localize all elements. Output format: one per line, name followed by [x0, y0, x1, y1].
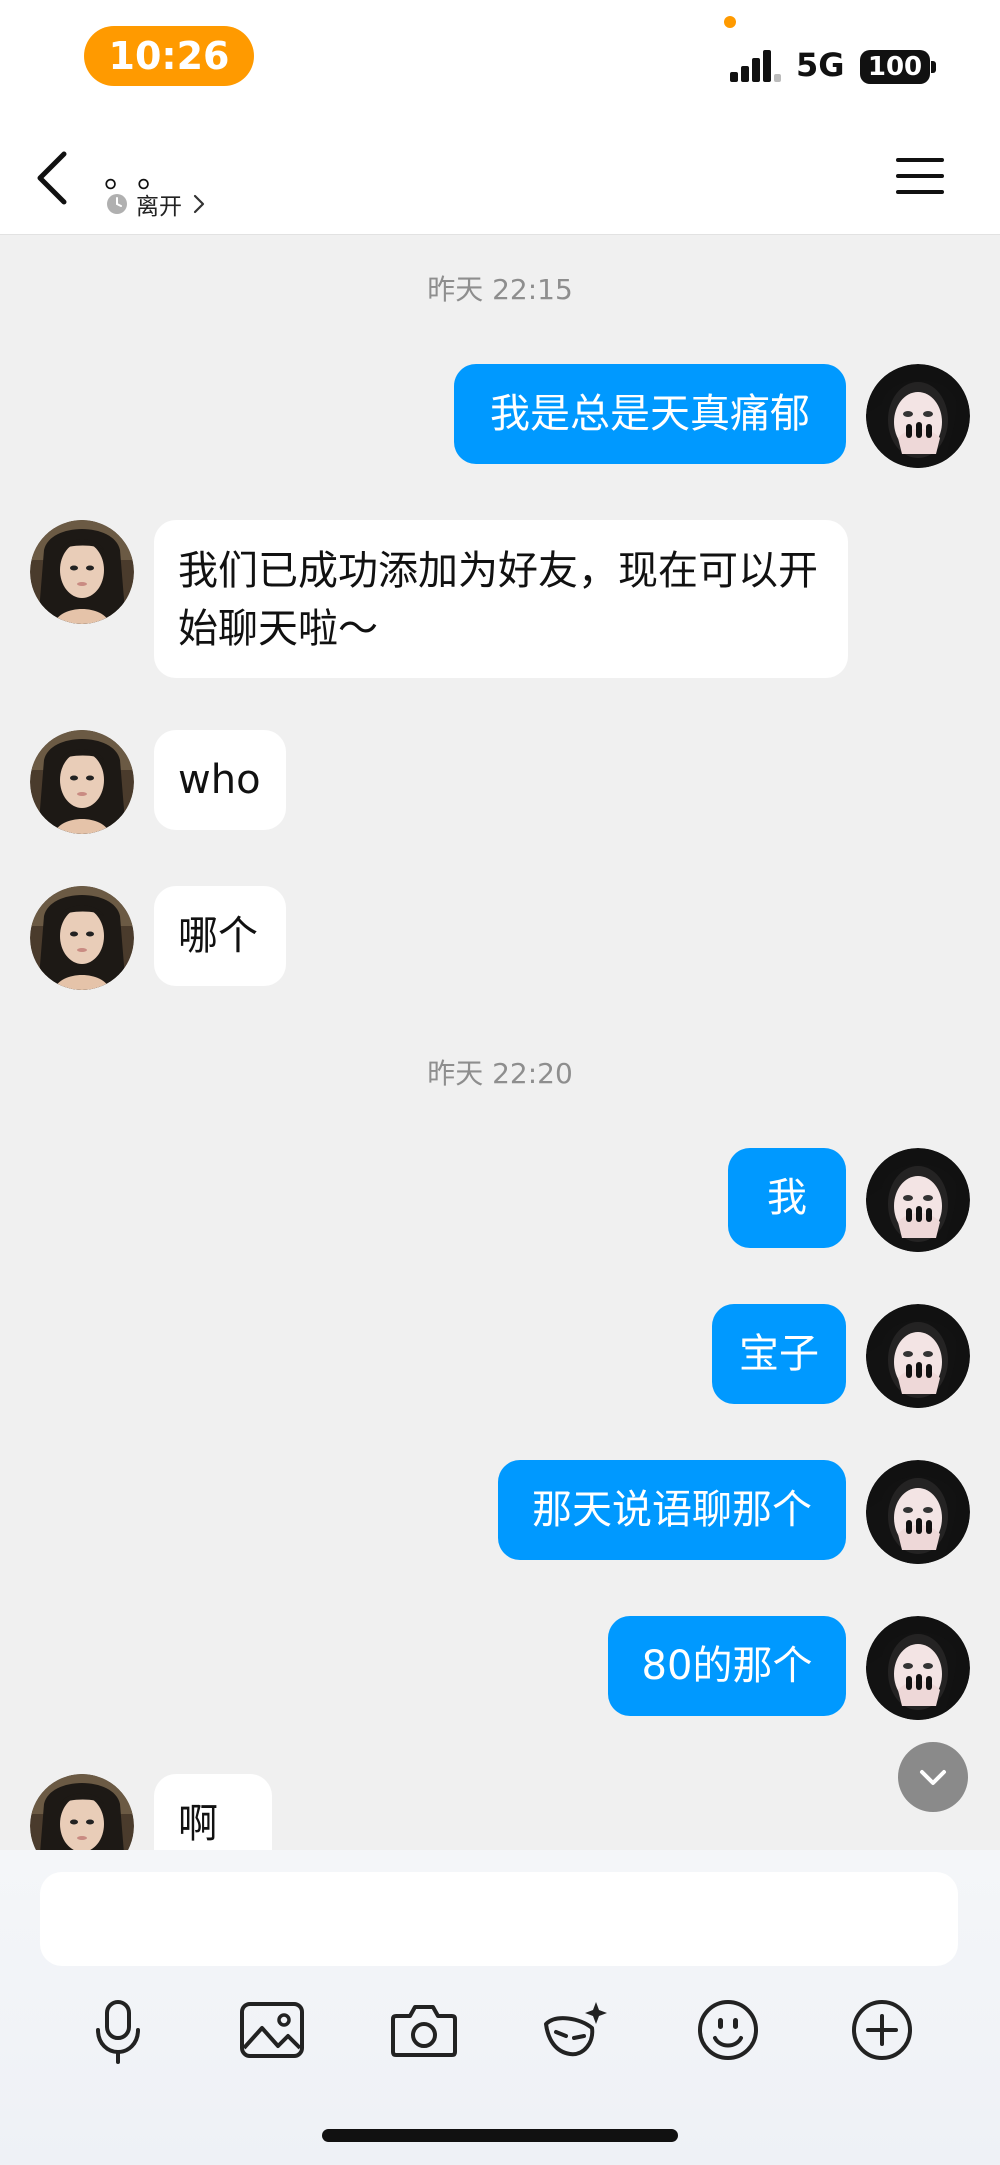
timestamp: 昨天 22:15 [427, 273, 573, 306]
emoji-button[interactable] [688, 1990, 768, 2070]
contact-avatar-image [30, 1774, 134, 1850]
image-button[interactable] [232, 1990, 312, 2070]
emoji-icon [698, 2000, 758, 2060]
ai-mask-button[interactable] [536, 1990, 616, 2070]
self-avatar[interactable] [866, 364, 970, 468]
status-bar: 10:26 5G 100 [0, 0, 1000, 118]
battery-tip [931, 61, 936, 73]
chat-header: 。。 离开 [0, 118, 1000, 235]
camera-icon [391, 2005, 457, 2057]
home-indicator[interactable] [322, 2129, 678, 2142]
outgoing-message[interactable]: 80的那个 [608, 1616, 846, 1716]
microphone-button[interactable] [78, 1990, 158, 2070]
chevron-right-icon [193, 194, 205, 214]
self-avatar-image [866, 1616, 970, 1720]
self-avatar[interactable] [866, 1616, 970, 1720]
camera-button[interactable] [384, 1990, 464, 2070]
signal-strength-icon [730, 50, 781, 82]
self-avatar-image [866, 364, 970, 468]
contact-avatar[interactable] [30, 1774, 134, 1850]
outgoing-message[interactable]: 宝子 [712, 1304, 846, 1404]
image-icon [240, 2002, 304, 2058]
microphone-icon [96, 2000, 140, 2064]
battery-indicator: 100 [860, 50, 930, 84]
outgoing-message[interactable]: 那天说语聊那个 [498, 1460, 846, 1560]
plus-icon [852, 2000, 912, 2060]
scroll-to-bottom-button[interactable] [898, 1742, 968, 1812]
composer-toolbar [0, 1990, 1000, 2080]
privacy-indicator-dot [724, 16, 736, 28]
status-time: 10:26 [84, 26, 254, 86]
timestamp: 昨天 22:20 [427, 1057, 573, 1090]
network-type: 5G [796, 46, 845, 84]
contact-avatar-image [30, 520, 134, 624]
clock-icon [107, 194, 127, 214]
contact-avatar[interactable] [30, 520, 134, 624]
self-avatar-image [866, 1304, 970, 1408]
contact-avatar[interactable] [30, 730, 134, 834]
chevron-down-icon [920, 1770, 946, 1785]
self-avatar[interactable] [866, 1148, 970, 1252]
ai-mask-icon [544, 2002, 607, 2057]
message-list[interactable]: 昨天 22:15 我是总是天真痛郁 我们已成功添加为好友，现在可以开始聊天啦～ … [0, 236, 1000, 1850]
outgoing-message[interactable]: 我是总是天真痛郁 [454, 364, 846, 464]
message-input[interactable] [40, 1872, 958, 1966]
self-avatar-image [866, 1460, 970, 1564]
self-avatar[interactable] [866, 1460, 970, 1564]
incoming-message[interactable]: 哪个 [154, 886, 286, 986]
contact-avatar[interactable] [30, 886, 134, 990]
chevron-left-icon[interactable] [28, 146, 78, 210]
incoming-message[interactable]: 我们已成功添加为好友，现在可以开始聊天啦～ [154, 520, 848, 678]
incoming-message[interactable]: who [154, 730, 286, 830]
incoming-message[interactable]: 啊 [154, 1774, 272, 1850]
self-avatar-image [866, 1148, 970, 1252]
contact-avatar-image [30, 730, 134, 834]
outgoing-message[interactable]: 我 [728, 1148, 846, 1248]
presence-label: 离开 [136, 194, 182, 220]
plus-button[interactable] [842, 1990, 922, 2070]
contact-avatar-image [30, 886, 134, 990]
hamburger-menu-icon[interactable] [896, 154, 944, 198]
self-avatar[interactable] [866, 1304, 970, 1408]
composer-panel [0, 1850, 1000, 2165]
presence-status[interactable]: 离开 [106, 188, 206, 220]
